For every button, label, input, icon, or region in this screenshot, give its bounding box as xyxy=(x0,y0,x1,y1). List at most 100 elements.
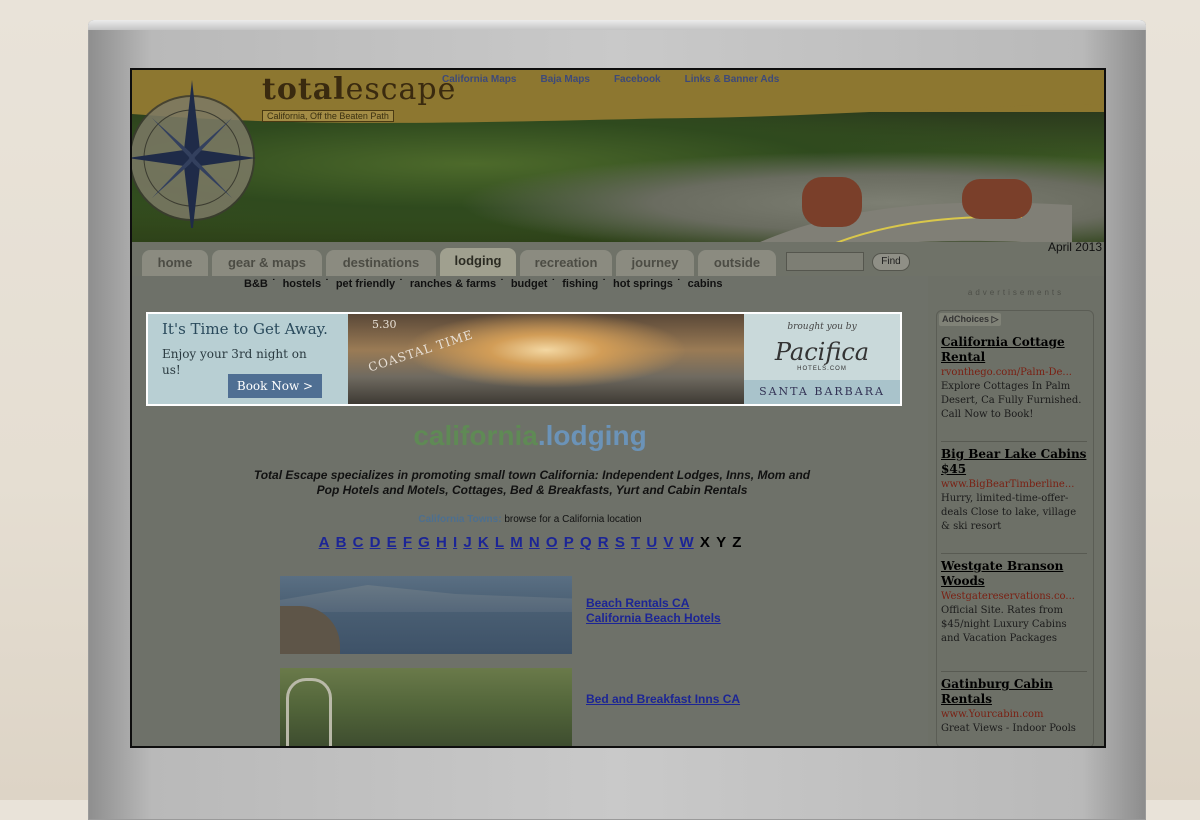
alpha-link[interactable]: T xyxy=(631,534,640,551)
alpha-link[interactable]: N xyxy=(529,534,540,551)
monitor-bezel-top xyxy=(88,20,1146,30)
towns-line: California Towns: browse for a Californi… xyxy=(132,514,928,525)
alpha-link[interactable]: M xyxy=(510,534,523,551)
main-content: B&B ˙ hostels ˙ pet friendly ˙ ranches & fa… xyxy=(132,276,928,746)
ad-title[interactable]: Big Bear Lake Cabins $45 xyxy=(941,447,1087,477)
tab-gear-maps[interactable]: gear & maps xyxy=(212,250,322,276)
bnb-photo xyxy=(280,668,572,746)
link-beach-rentals[interactable]: Beach Rentals CA xyxy=(586,596,721,611)
ad-desc: Official Site. Rates from $45/night Luxu… xyxy=(941,605,1067,644)
subnav-fishing[interactable]: fishing xyxy=(562,278,598,290)
alpha-link[interactable]: B xyxy=(336,534,347,551)
book-now-button[interactable]: Book Now > xyxy=(228,374,322,398)
alpha-link[interactable]: R xyxy=(598,534,609,551)
alpha-link[interactable]: K xyxy=(478,534,489,551)
alpha-link[interactable]: W xyxy=(680,534,694,551)
logo-escape: escape xyxy=(345,72,457,107)
ad-item[interactable]: Westgate Branson Woods Westgatereservati… xyxy=(941,559,1087,672)
link-beach-hotels[interactable]: California Beach Hotels xyxy=(586,611,721,626)
road-illustration xyxy=(760,177,1072,242)
subnav-hot-springs[interactable]: hot springs xyxy=(613,278,673,290)
adchoices-button[interactable]: AdChoices ▷ xyxy=(939,313,1002,326)
alpha-link[interactable]: O xyxy=(546,534,558,551)
ad-item[interactable]: Gatinburg Cabin Rentals www.Yourcabin.co… xyxy=(941,677,1087,745)
beach-photo-cliff xyxy=(280,606,340,654)
subnav-bb[interactable]: B&B xyxy=(244,278,268,290)
compass-rose-icon xyxy=(132,80,256,228)
search-input[interactable] xyxy=(786,252,864,271)
page-title: california.lodging xyxy=(132,420,928,452)
ad-panel: AdChoices ▷ California Cottage Rental rv… xyxy=(936,310,1094,746)
alpha-link[interactable]: E xyxy=(387,534,397,551)
subnav-pet-friendly[interactable]: pet friendly xyxy=(336,278,395,290)
ad-url[interactable]: rvonthego.com/Palm-De... xyxy=(941,365,1087,380)
lodging-subnav: B&B ˙ hostels ˙ pet friendly ˙ ranches & fa… xyxy=(244,278,723,290)
link-baja-maps[interactable]: Baja Maps xyxy=(540,74,589,85)
beach-photo xyxy=(280,576,572,654)
alpha-link[interactable]: Q xyxy=(580,534,592,551)
hotel-banner-ad[interactable]: It's Time to Get Away. Enjoy your 3rd ni… xyxy=(146,312,902,406)
subnav-budget[interactable]: budget xyxy=(511,278,548,290)
tab-lodging[interactable]: lodging xyxy=(440,248,516,276)
site-tagline: California, Off the Beaten Path xyxy=(262,110,394,122)
ad-title[interactable]: Gatinburg Cabin Rentals xyxy=(941,677,1087,707)
tab-home[interactable]: home xyxy=(142,250,208,276)
alpha-link[interactable]: I xyxy=(453,534,457,551)
alpha-link[interactable]: F xyxy=(403,534,412,551)
alpha-link[interactable]: U xyxy=(646,534,657,551)
link-banner-ads[interactable]: Links & Banner Ads xyxy=(685,74,780,85)
site-logo[interactable]: totalescape xyxy=(262,72,456,107)
ad-item[interactable]: California Cottage Rental rvonthego.com/… xyxy=(941,335,1087,442)
alpha-letter: Z xyxy=(732,534,742,551)
ad-title[interactable]: Westgate Branson Woods xyxy=(941,559,1087,589)
bnb-photo-arch xyxy=(286,678,332,746)
subnav-hostels[interactable]: hostels xyxy=(283,278,322,290)
adchoices-label: AdChoices xyxy=(942,314,990,324)
ad-item[interactable]: Big Bear Lake Cabins $45 www.BigBearTimb… xyxy=(941,447,1087,554)
main-nav: home gear & maps destinations lodging re… xyxy=(132,240,1104,276)
beach-links: Beach Rentals CA California Beach Hotels xyxy=(586,596,721,626)
alpha-link[interactable]: G xyxy=(418,534,430,551)
find-button[interactable]: Find xyxy=(872,253,910,271)
logo-total: total xyxy=(262,72,346,107)
alpha-link[interactable]: V xyxy=(663,534,673,551)
alpha-link[interactable]: H xyxy=(436,534,447,551)
link-california-maps[interactable]: California Maps xyxy=(442,74,516,85)
alpha-link[interactable]: L xyxy=(495,534,504,551)
ad-sidebar: advertisements AdChoices ▷ California Co… xyxy=(928,276,1104,746)
brought-by: brought you by xyxy=(787,322,857,332)
alpha-link[interactable]: C xyxy=(353,534,364,551)
link-bnb-inns[interactable]: Bed and Breakfast Inns CA xyxy=(586,692,740,706)
advertisements-label: advertisements xyxy=(967,288,1065,297)
ad-desc: Hurry, limited-time-offer-deals Close to… xyxy=(941,493,1077,532)
towns-label: California Towns: xyxy=(418,514,502,525)
banner-headline: It's Time to Get Away. xyxy=(162,320,328,338)
bnb-links: Bed and Breakfast Inns CA xyxy=(586,692,740,706)
stamp-number: 5.30 xyxy=(372,318,397,331)
ad-url[interactable]: www.BigBearTimberline... xyxy=(941,477,1087,492)
beach-photo-ridge xyxy=(280,585,572,612)
site-header: totalescape California, Off the Beaten P… xyxy=(132,70,1104,242)
ad-url[interactable]: www.Yourcabin.com xyxy=(941,707,1087,722)
banner-left-panel: It's Time to Get Away. Enjoy your 3rd ni… xyxy=(148,314,348,404)
tab-outside[interactable]: outside xyxy=(698,250,776,276)
ad-desc: Great Views - Indoor Pools xyxy=(941,723,1076,734)
alpha-link[interactable]: D xyxy=(370,534,381,551)
alpha-link[interactable]: P xyxy=(564,534,574,551)
tab-recreation[interactable]: recreation xyxy=(520,250,612,276)
tab-journey[interactable]: journey xyxy=(616,250,694,276)
alpha-link[interactable]: A xyxy=(319,534,330,551)
adchoices-icon: ▷ xyxy=(991,314,999,324)
stamp-text: COASTAL TIME xyxy=(366,327,475,375)
tab-destinations[interactable]: destinations xyxy=(326,250,436,276)
issue-date: April 2013 xyxy=(1047,240,1102,254)
link-facebook[interactable]: Facebook xyxy=(614,74,661,85)
pacifica-subtext: HOTELS.COM xyxy=(797,366,847,372)
subnav-cabins[interactable]: cabins xyxy=(688,278,723,290)
ad-url[interactable]: Westgatereservations.co... xyxy=(941,589,1087,604)
alpha-link[interactable]: S xyxy=(615,534,625,551)
alpha-link[interactable]: J xyxy=(463,534,471,551)
ad-title[interactable]: California Cottage Rental xyxy=(941,335,1087,365)
title-lodging: .lodging xyxy=(537,420,647,451)
subnav-ranches[interactable]: ranches & farms xyxy=(410,278,496,290)
